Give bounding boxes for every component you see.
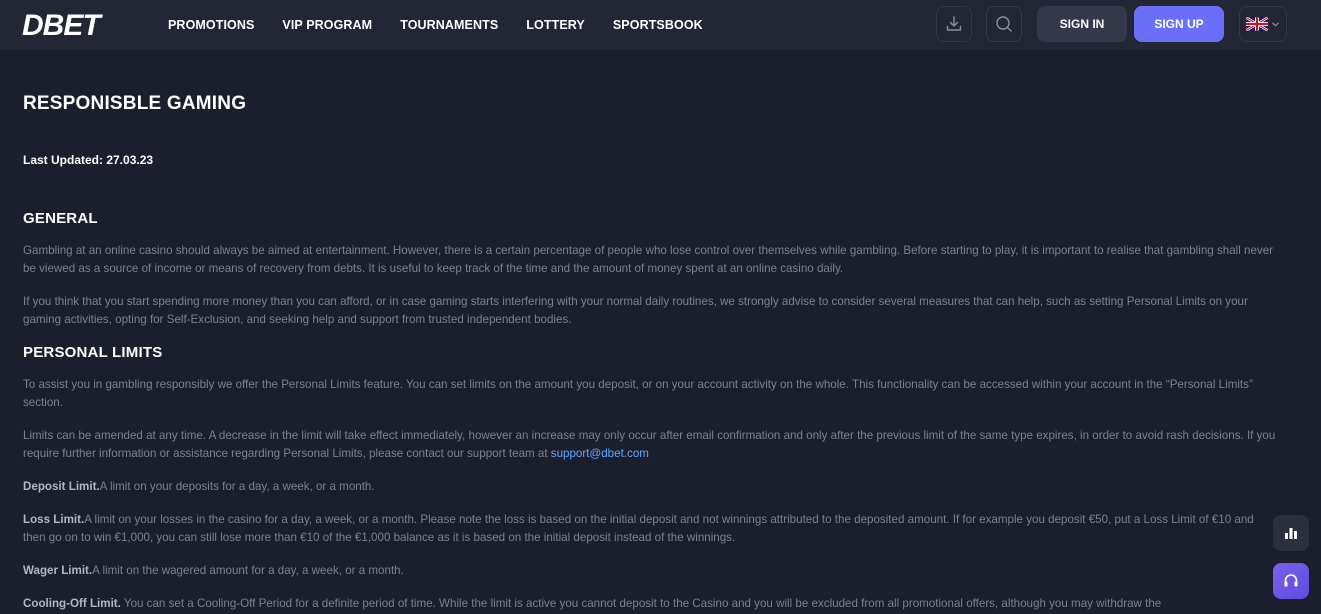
main-nav: PROMOTIONS VIP PROGRAM TOURNAMENTS LOTTE… (168, 0, 731, 51)
stats-float-button[interactable] (1273, 515, 1309, 551)
limits-paragraph-2: Limits can be amended at any time. A dec… (23, 427, 1278, 463)
cooling-off-limit-label: Cooling-Off Limit. (23, 597, 121, 610)
chevron-down-icon (1272, 22, 1279, 27)
section-personal-limits-heading: PERSONAL LIMITS (23, 344, 163, 361)
search-icon (996, 16, 1012, 32)
support-float-button[interactable] (1273, 563, 1309, 599)
nav-vip-program[interactable]: VIP PROGRAM (282, 0, 372, 51)
top-header: DBET PROMOTIONS VIP PROGRAM TOURNAMENTS … (0, 0, 1321, 51)
loss-limit-item: Loss Limit.A limit on your losses in the… (23, 511, 1278, 547)
limits-paragraph-1: To assist you in gambling responsibly we… (23, 378, 1253, 409)
general-paragraph-2: If you think that you start spending mor… (23, 295, 1248, 326)
nav-lottery[interactable]: LOTTERY (526, 0, 585, 51)
limits-paragraph-2-text: Limits can be amended at any time. A dec… (23, 429, 1276, 460)
download-button[interactable] (936, 6, 972, 42)
wager-limit-text: A limit on the wagered amount for a day,… (92, 564, 404, 577)
nav-promotions[interactable]: PROMOTIONS (168, 0, 254, 51)
wager-limit-label: Wager Limit. (23, 564, 93, 577)
cooling-off-limit-text: You can set a Cooling-Off Period for a d… (120, 597, 1162, 610)
general-paragraph-1: Gambling at an online casino should alwa… (23, 244, 1274, 275)
search-button[interactable] (986, 6, 1022, 42)
headset-icon (1284, 574, 1298, 587)
deposit-limit-label: Deposit Limit. (23, 480, 100, 493)
language-selector[interactable] (1239, 6, 1287, 42)
wager-limit-item: Wager Limit.A limit on the wagered amoun… (23, 562, 1278, 580)
logo-text: DBET (22, 9, 103, 39)
last-updated: Last Updated: 27.03.23 (23, 153, 154, 167)
deposit-limit-text: A limit on your deposits for a day, a we… (99, 480, 375, 493)
sign-in-button[interactable]: SIGN IN (1037, 6, 1127, 42)
page-title: RESPONISBLE GAMING (23, 93, 247, 114)
dbet-logo[interactable]: DBET (22, 9, 126, 39)
bar-chart-icon (1285, 528, 1297, 539)
sign-up-button[interactable]: SIGN UP (1134, 6, 1224, 42)
cooling-off-limit-item: Cooling-Off Limit. You can set a Cooling… (23, 595, 1278, 613)
nav-tournaments[interactable]: TOURNAMENTS (400, 0, 498, 51)
support-email-link[interactable]: support@dbet.com (551, 447, 649, 460)
deposit-limit-item: Deposit Limit.A limit on your deposits f… (23, 478, 1278, 496)
nav-sportsbook[interactable]: SPORTSBOOK (613, 0, 703, 51)
uk-flag-icon (1246, 17, 1268, 31)
download-icon (946, 16, 962, 31)
section-general-heading: GENERAL (23, 210, 98, 227)
loss-limit-label: Loss Limit. (23, 513, 85, 526)
loss-limit-text: A limit on your losses in the casino for… (23, 513, 1254, 544)
